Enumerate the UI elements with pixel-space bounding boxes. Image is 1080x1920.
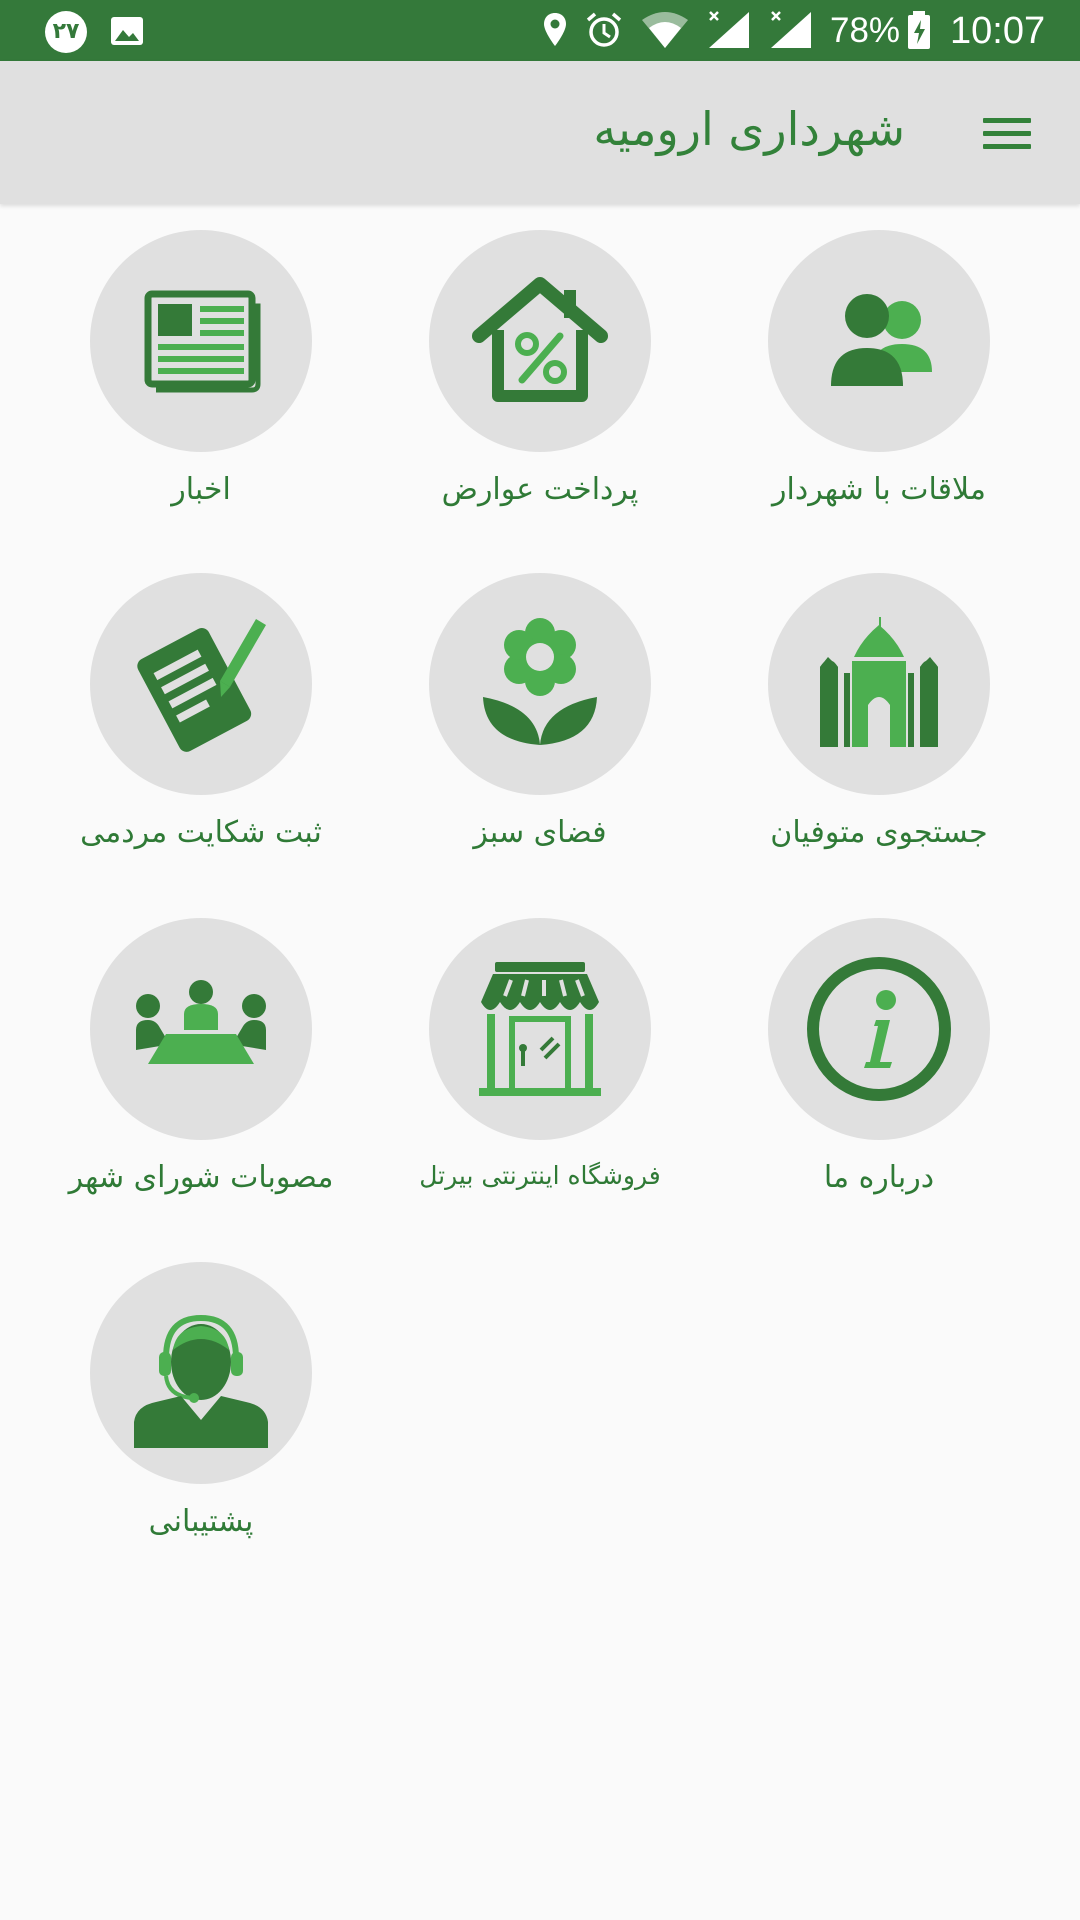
menu-item-online-store[interactable]: فروشگاه اینترنتی بیرتل — [380, 918, 700, 1238]
menu-item-label: جستجوی متوفیان — [770, 815, 988, 850]
battery-percent: 78% — [830, 11, 901, 50]
hamburger-menu-icon[interactable] — [975, 111, 1035, 157]
menu-item-label: فضای سبز — [473, 815, 607, 850]
app-bar: شهرداری ارومیه — [0, 61, 1080, 204]
menu-item-label: پشتیبانی — [148, 1504, 254, 1539]
menu-item-label: ملاقات با شهردار — [772, 472, 986, 507]
menu-item-about-us[interactable]: درباره ما — [719, 918, 1039, 1238]
menu-item-circle — [429, 573, 651, 795]
menu-item-support[interactable]: پشتیبانی — [41, 1262, 361, 1582]
council-meeting-icon — [136, 980, 266, 1064]
menu-item-council-resolutions[interactable]: مصوبات شورای شهر — [41, 918, 361, 1238]
menu-item-news[interactable]: اخبار — [41, 230, 361, 550]
menu-item-circle — [90, 230, 312, 452]
house-percent-icon — [472, 277, 608, 402]
menu-item-green-space[interactable]: فضای سبز — [380, 573, 700, 893]
menu-item-circle — [429, 918, 651, 1140]
alarm-icon — [586, 12, 622, 47]
page-title: شهرداری ارومیه — [593, 102, 905, 156]
menu-item-label: اخبار — [171, 472, 231, 507]
menu-item-label: مصوبات شورای شهر — [68, 1160, 334, 1195]
flower-icon — [483, 618, 597, 745]
users-icon — [831, 294, 932, 386]
menu-item-complaint[interactable]: ثبت شکایت مردمی — [41, 573, 361, 893]
menu-item-pay-fees[interactable]: پرداخت عوارض — [380, 230, 700, 550]
location-icon — [544, 13, 566, 46]
battery-charging-icon — [908, 11, 930, 49]
notification-badge: ۲۷ — [45, 11, 87, 53]
menu-item-label: ثبت شکایت مردمی — [80, 815, 322, 850]
menu-item-circle — [768, 573, 990, 795]
menu-item-circle — [90, 1262, 312, 1484]
signal-icon — [771, 11, 811, 48]
menu-item-label: درباره ما — [823, 1160, 935, 1195]
image-icon — [111, 17, 143, 45]
support-headset-icon — [134, 1314, 268, 1448]
storefront-icon — [479, 962, 601, 1096]
status-bar: ۲۷ 78% 10:07 — [0, 0, 1080, 61]
menu-item-circle — [768, 230, 990, 452]
menu-item-label: فروشگاه اینترنتی بیرتل — [419, 1161, 661, 1190]
wifi-icon — [642, 12, 688, 48]
menu-item-circle — [429, 230, 651, 452]
menu-item-circle — [90, 918, 312, 1140]
document-pen-icon — [137, 619, 266, 752]
newspaper-icon — [144, 290, 261, 393]
menu-item-label: پرداخت عوارض — [441, 472, 639, 507]
mosque-icon — [820, 617, 938, 747]
clock: 10:07 — [950, 10, 1046, 52]
signal-icon — [709, 11, 749, 48]
menu-item-deceased-search[interactable]: جستجوی متوفیان — [719, 573, 1039, 893]
menu-item-meet-mayor[interactable]: ملاقات با شهردار — [719, 230, 1039, 550]
info-icon — [807, 957, 951, 1101]
menu-item-circle — [768, 918, 990, 1140]
menu-item-circle — [90, 573, 312, 795]
